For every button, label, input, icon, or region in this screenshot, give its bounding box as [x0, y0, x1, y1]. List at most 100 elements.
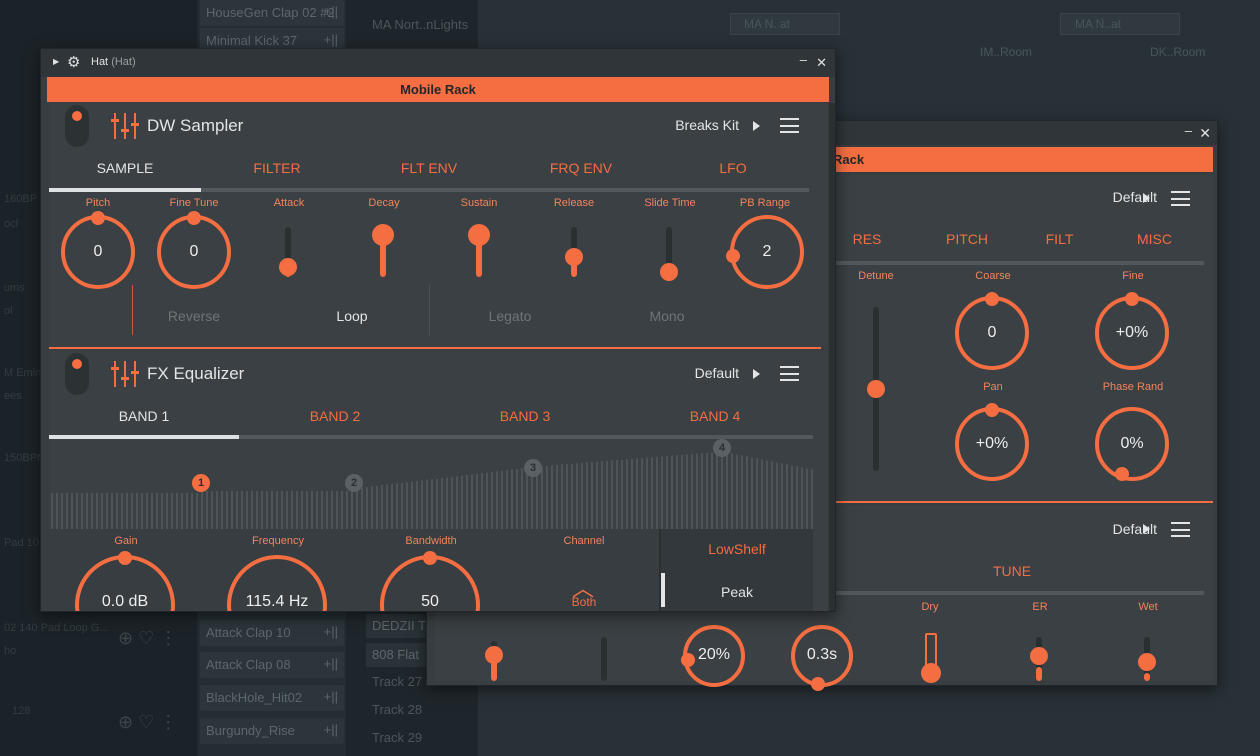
preset-name[interactable]: Default — [609, 365, 739, 381]
tab-pitch[interactable]: PITCH — [927, 231, 1007, 247]
eq-curve-display[interactable] — [49, 441, 813, 537]
eq-band-2-handle[interactable]: 2 — [345, 474, 363, 492]
eq-band-1-handle[interactable]: 1 — [192, 474, 210, 492]
tab-filt[interactable]: FILT — [1027, 231, 1092, 247]
eq-bar — [586, 462, 588, 537]
phase-rand-knob[interactable]: 0% — [1095, 407, 1169, 481]
tab-misc[interactable]: MISC — [1122, 231, 1187, 247]
browser-item[interactable]: Burgundy_Rise +|| — [200, 718, 344, 744]
eq-band-3-handle[interactable]: 3 — [524, 459, 542, 477]
channel-value[interactable]: Both — [559, 595, 609, 609]
eq-bar — [536, 466, 538, 537]
preset-name[interactable]: Default — [1047, 189, 1157, 205]
er-slider[interactable] — [1030, 637, 1048, 681]
detune-slider[interactable] — [867, 307, 885, 471]
sliders-icon — [111, 113, 139, 139]
preset-name[interactable]: Default — [1047, 521, 1157, 537]
tab-lfo[interactable]: LFO — [673, 160, 793, 176]
legato-switch[interactable]: Legato — [465, 308, 555, 324]
eq-bar — [686, 454, 688, 537]
pan-knob[interactable]: +0% — [955, 403, 1029, 481]
reverse-switch[interactable]: Reverse — [149, 308, 239, 324]
dry-thumb[interactable] — [921, 663, 941, 683]
close-button[interactable]: ✕ — [1199, 125, 1211, 142]
bg-left-text: ums — [4, 282, 25, 294]
browser-item[interactable]: Attack Clap 08 +|| — [200, 652, 344, 678]
mono-switch[interactable]: Mono — [622, 308, 712, 324]
fine-knob[interactable]: +0% — [1095, 292, 1169, 370]
tab-filter[interactable]: FILTER — [217, 160, 337, 176]
tab-band-2[interactable]: BAND 2 — [270, 408, 400, 424]
eq-bar — [601, 461, 603, 537]
minimize-button[interactable]: – — [1185, 123, 1192, 138]
preset-arrow-icon[interactable] — [1143, 524, 1150, 534]
main-plugin-window[interactable]: ▶ ⚙ Hat (Hat) – ✕ Mobile Rack DW Sampler… — [40, 48, 836, 612]
slider-thumb[interactable] — [867, 380, 885, 398]
collapse-arrow-icon[interactable]: ▶ — [53, 57, 59, 66]
param-label: Wet — [1138, 601, 1158, 613]
param-label: Bandwidth — [405, 535, 457, 547]
coarse-knob[interactable]: 0 — [955, 292, 1029, 370]
bottom-slider[interactable] — [485, 641, 503, 681]
tab-sample[interactable]: SAMPLE — [65, 160, 185, 176]
eq-band-4-handle[interactable]: 4 — [713, 439, 731, 457]
filter-lowshelf[interactable]: LowShelf — [661, 541, 813, 557]
time-knob[interactable]: 20% — [681, 625, 745, 687]
eq-bar — [811, 469, 813, 537]
tab-band-3[interactable]: BAND 3 — [460, 408, 590, 424]
tab-band-4[interactable]: BAND 4 — [650, 408, 780, 424]
eq-bar — [526, 467, 528, 537]
menu-icon[interactable] — [780, 118, 799, 133]
close-button[interactable]: ✕ — [816, 55, 827, 71]
eq-bar — [481, 473, 483, 537]
tab-res[interactable]: RES — [832, 231, 902, 247]
bottom-slider[interactable] — [601, 637, 607, 681]
slide-time-slider[interactable] — [660, 227, 678, 281]
tab-tune[interactable]: TUNE — [982, 563, 1042, 579]
eq-bar — [486, 472, 488, 537]
bg-icons[interactable]: ⊕ ♡ ⋮ — [118, 712, 177, 733]
power-toggle[interactable] — [65, 353, 89, 395]
bg-left-text: ocl — [4, 218, 19, 230]
param-label: Detune — [858, 270, 894, 282]
menu-icon[interactable] — [780, 366, 799, 381]
decay-knob[interactable]: 0.3s — [791, 625, 853, 691]
preset-arrow-icon[interactable] — [753, 121, 760, 131]
preset-arrow-icon[interactable] — [1143, 193, 1150, 203]
browser-item[interactable]: HouseGen Clap 02 #2 +|| — [200, 0, 344, 26]
fine-tune-knob[interactable]: 0 — [157, 211, 231, 289]
eq-bar — [571, 463, 573, 537]
tab-flt-env[interactable]: FLT ENV — [369, 160, 489, 176]
track-label[interactable]: Track 28 — [366, 698, 476, 722]
power-toggle[interactable] — [65, 105, 89, 147]
bg-icons[interactable]: ⊕ ♡ ⋮ — [118, 628, 177, 649]
release-slider[interactable] — [565, 227, 583, 277]
eq-bar — [791, 465, 793, 537]
divider — [132, 285, 133, 335]
attack-slider[interactable] — [279, 227, 297, 277]
gear-icon[interactable]: ⚙ — [67, 53, 80, 71]
active-tab-indicator — [49, 188, 201, 192]
track-label[interactable]: Track 29 — [366, 726, 476, 750]
eq-bar — [751, 457, 753, 537]
scrollbar[interactable] — [829, 103, 835, 611]
window-titlebar[interactable]: ▶ ⚙ Hat (Hat) – ✕ — [41, 49, 835, 77]
minimize-button[interactable]: – — [800, 52, 807, 67]
track-label[interactable]: MA Nort..nLights — [366, 13, 476, 37]
preset-name[interactable]: Breaks Kit — [609, 117, 739, 133]
pb-range-knob[interactable]: 2 — [726, 215, 804, 289]
browser-item[interactable]: Attack Clap 10 +|| — [200, 620, 344, 646]
menu-icon[interactable] — [1171, 522, 1190, 537]
filter-peak[interactable]: Peak — [661, 584, 813, 600]
tab-band-1[interactable]: BAND 1 — [79, 408, 209, 424]
browser-item[interactable]: BlackHole_Hit02 +|| — [200, 685, 344, 711]
menu-icon[interactable] — [1171, 191, 1190, 206]
loop-switch[interactable]: Loop — [307, 308, 397, 324]
tab-frq-env[interactable]: FRQ ENV — [521, 160, 641, 176]
preset-arrow-icon[interactable] — [753, 369, 760, 379]
sustain-slider[interactable] — [468, 223, 490, 277]
wet-slider[interactable] — [1138, 637, 1156, 681]
param-label: Fine Tune — [169, 197, 219, 209]
decay-slider[interactable] — [372, 223, 394, 277]
pitch-knob[interactable]: 0 — [61, 211, 135, 289]
